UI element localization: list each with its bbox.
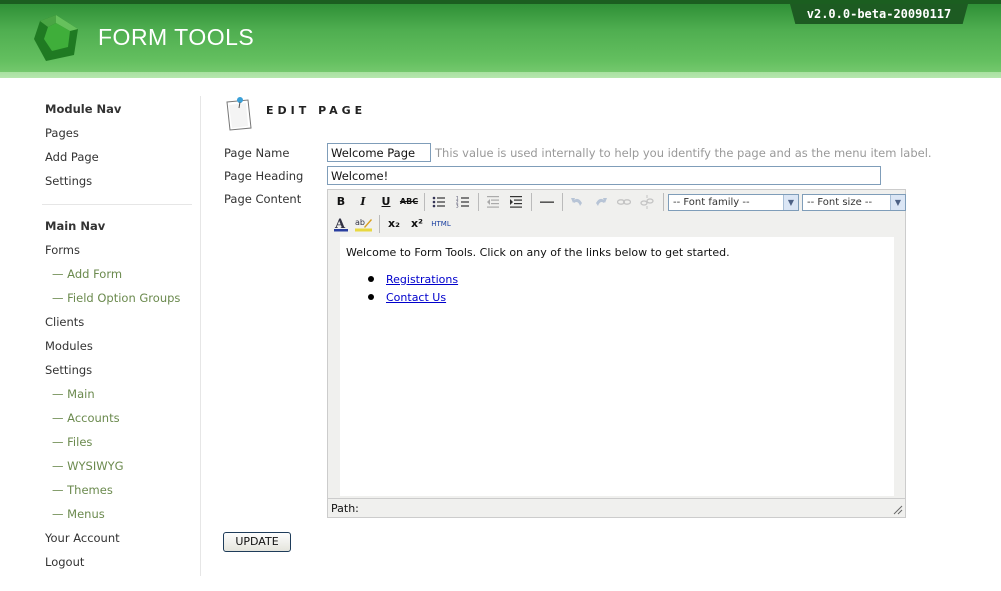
app-header: FORM TOOLS v2.0.0-beta-20090117 — [0, 0, 1001, 78]
indent-icon — [510, 196, 522, 208]
editor-toolbar-row-2: A ab x₂ x² HTML — [331, 214, 531, 234]
toolbar-separator — [424, 193, 425, 211]
content-link-list: Registrations Contact Us — [368, 273, 458, 309]
brand-name: FORM TOOLS — [98, 24, 255, 50]
main-nav-heading: Main Nav — [45, 219, 106, 233]
chevron-down-icon: ▼ — [890, 195, 905, 210]
registrations-link[interactable]: Registrations — [386, 273, 458, 286]
sidebar-item-settings-accounts[interactable]: — Accounts — [52, 411, 120, 425]
strikethrough-button[interactable]: ABC — [399, 192, 419, 212]
font-size-value: -- Font size -- — [807, 197, 873, 208]
text-color-button[interactable]: A — [331, 214, 351, 234]
page-name-hint: This value is used internally to help yo… — [435, 146, 932, 160]
outdent-icon — [487, 196, 499, 208]
toolbar-separator — [562, 193, 563, 211]
form-tools-logo-icon — [34, 15, 78, 61]
nav-divider — [42, 204, 192, 205]
sidebar-item-settings-files[interactable]: — Files — [52, 435, 92, 449]
sidebar-item-settings-themes[interactable]: — Themes — [52, 483, 113, 497]
page-heading-label: Page Heading — [224, 169, 304, 183]
undo-icon — [571, 198, 582, 206]
page-name-label: Page Name — [224, 146, 290, 160]
toolbar-separator — [663, 193, 664, 211]
svg-text:3: 3 — [456, 204, 459, 209]
bold-button[interactable]: B — [331, 192, 351, 212]
numbered-list-icon: 123 — [456, 196, 469, 209]
toolbar-separator — [478, 193, 479, 211]
page-title: EDIT PAGE — [266, 104, 367, 117]
wysiwyg-editor: B I U ABC 123 -- Font family -- ▼ -- Fon… — [327, 189, 906, 518]
editor-toolbar-row-1: B I U ABC 123 -- Font family -- ▼ -- Fon… — [331, 192, 906, 212]
unlink-icon — [640, 195, 654, 209]
version-badge: v2.0.0-beta-20090117 — [790, 4, 968, 24]
content-intro-text: Welcome to Form Tools. Click on any of t… — [346, 246, 730, 259]
update-button[interactable]: UPDATE — [223, 532, 291, 552]
sidebar-item-field-option-groups[interactable]: — Field Option Groups — [52, 291, 180, 305]
sidebar-item-settings[interactable]: Settings — [45, 363, 92, 377]
redo-icon — [596, 198, 607, 206]
horizontal-rule-button[interactable] — [537, 192, 557, 212]
link-icon — [616, 199, 632, 205]
editor-path-label: Path: — [331, 502, 359, 515]
sidebar-item-add-page[interactable]: Add Page — [45, 150, 99, 164]
highlight-color-button[interactable]: ab — [354, 214, 374, 234]
sidebar-item-modules[interactable]: Modules — [45, 339, 93, 353]
numbered-list-button[interactable]: 123 — [453, 192, 473, 212]
html-source-button[interactable]: HTML — [430, 214, 452, 234]
sidebar-item-logout[interactable]: Logout — [45, 555, 84, 569]
text-color-icon: A — [334, 217, 348, 232]
toolbar-separator — [379, 215, 380, 233]
sidebar-item-your-account[interactable]: Your Account — [45, 531, 120, 545]
page-icon — [226, 97, 252, 131]
subscript-button[interactable]: x₂ — [384, 214, 404, 234]
redo-button[interactable] — [591, 192, 611, 212]
list-item: Contact Us — [368, 291, 458, 309]
link-button[interactable] — [614, 192, 634, 212]
svg-text:ab: ab — [355, 218, 365, 227]
sidebar-item-clients[interactable]: Clients — [45, 315, 84, 329]
sidebar-item-forms[interactable]: Forms — [45, 243, 80, 257]
contact-us-link[interactable]: Contact Us — [386, 291, 446, 304]
toolbar-separator — [531, 193, 532, 211]
module-nav-heading: Module Nav — [45, 102, 122, 116]
list-item: Registrations — [368, 273, 458, 291]
header-top-line — [0, 0, 1001, 4]
underline-button[interactable]: U — [376, 192, 396, 212]
sidebar-item-pages[interactable]: Pages — [45, 126, 79, 140]
sidebar-item-settings-wysiwyg[interactable]: — WYSIWYG — [52, 459, 124, 473]
font-family-select[interactable]: -- Font family -- ▼ — [668, 194, 799, 211]
outdent-button[interactable] — [483, 192, 503, 212]
editor-status-bar: Path: — [328, 498, 905, 517]
font-size-select[interactable]: -- Font size -- ▼ — [802, 194, 906, 211]
sidebar-item-settings-main[interactable]: — Main — [52, 387, 95, 401]
sidebar-item-add-form[interactable]: — Add Form — [52, 267, 122, 281]
page-heading-input[interactable]: Welcome! — [327, 166, 881, 185]
font-family-value: -- Font family -- — [673, 197, 750, 208]
page-content-label: Page Content — [224, 192, 302, 206]
sidebar-item-settings-menus[interactable]: — Menus — [52, 507, 105, 521]
horizontal-rule-icon — [540, 201, 554, 203]
resize-handle-icon[interactable] — [893, 505, 903, 515]
editor-content-area[interactable]: Welcome to Form Tools. Click on any of t… — [340, 237, 894, 496]
page-name-input[interactable]: Welcome Page — [327, 143, 431, 162]
italic-button[interactable]: I — [353, 192, 373, 212]
superscript-button[interactable]: x² — [407, 214, 427, 234]
unlink-button[interactable] — [637, 192, 657, 212]
chevron-down-icon: ▼ — [783, 195, 798, 210]
indent-button[interactable] — [506, 192, 526, 212]
highlight-color-icon: ab — [355, 218, 372, 232]
bullet-list-button[interactable] — [429, 192, 449, 212]
sidebar: Module Nav Pages Add Page Settings Main … — [40, 96, 201, 576]
bullet-list-icon — [432, 196, 445, 208]
undo-button[interactable] — [567, 192, 587, 212]
sidebar-item-module-settings[interactable]: Settings — [45, 174, 92, 188]
